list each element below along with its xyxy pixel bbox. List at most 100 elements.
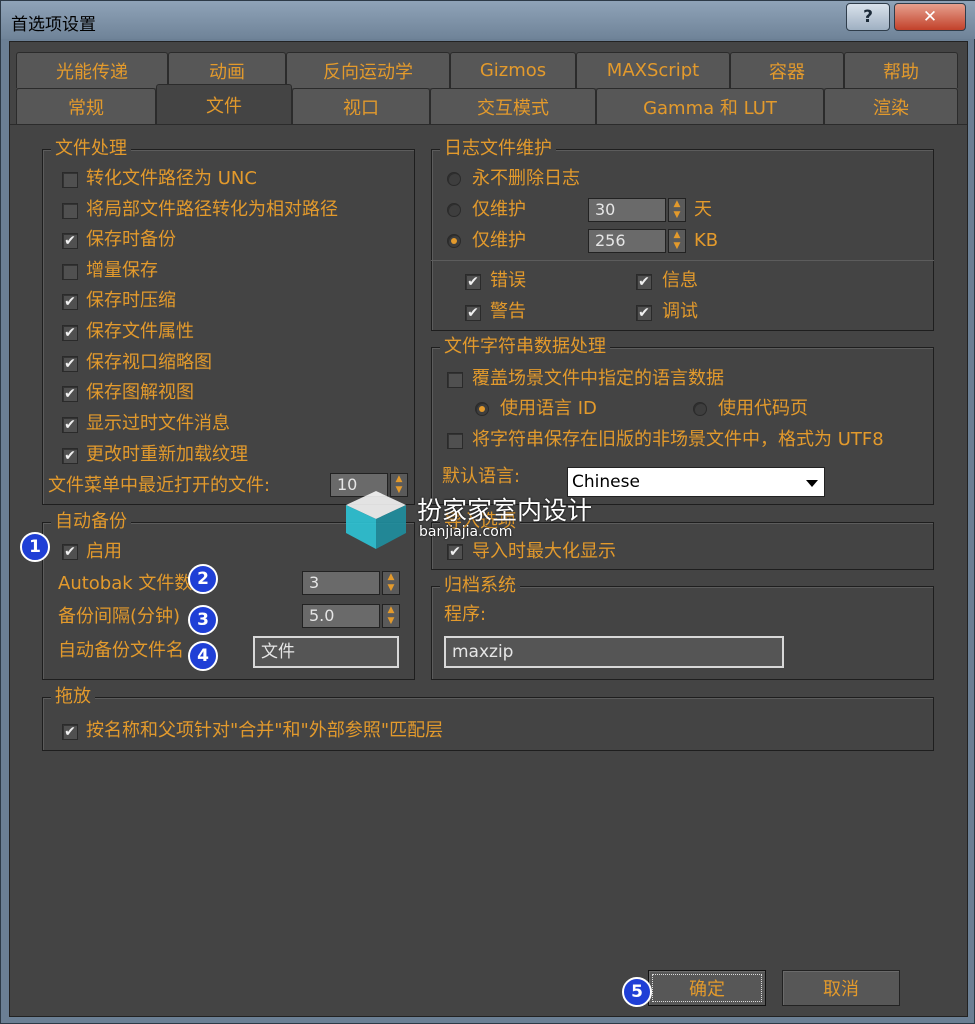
keep-kb-spinner[interactable]: ▲ ▼	[668, 229, 686, 253]
label-save-file-properties: 保存文件属性	[86, 321, 194, 342]
label-kb-unit: KB	[694, 230, 719, 251]
watermark-logo-icon	[346, 491, 406, 549]
tab-containers[interactable]: 容器	[730, 52, 844, 88]
tab-animation[interactable]: 动画	[168, 52, 286, 88]
label-log-warning: 警告	[490, 301, 526, 322]
label-default-language: 默认语言:	[442, 466, 521, 487]
label-use-language-id: 使用语言 ID	[500, 398, 597, 419]
ok-button[interactable]: 确定	[648, 970, 766, 1006]
label-recent-files: 文件菜单中最近打开的文件:	[48, 475, 271, 496]
checkbox-backup-on-save[interactable]: ✔	[62, 233, 78, 249]
chevron-down-icon	[806, 480, 818, 487]
tab-general[interactable]: 常规	[16, 88, 156, 124]
keep-days-spinner[interactable]: ▲ ▼	[668, 198, 686, 222]
label-keep-kb: 仅维护	[472, 230, 526, 251]
label-maximize-on-import: 导入时最大化显示	[472, 541, 616, 562]
label-save-schematic-view: 保存图解视图	[86, 382, 194, 403]
checkbox-log-warning[interactable]: ✔	[465, 305, 481, 321]
group-title: 文件字符串数据处理	[440, 336, 610, 358]
label-save-viewport-thumbnail: 保存视口缩略图	[86, 352, 212, 373]
checkbox-save-file-properties[interactable]: ✔	[62, 325, 78, 341]
label-autobak-count: Autobak 文件数	[58, 573, 193, 594]
tab-inverse-kinematics[interactable]: 反向运动学	[286, 52, 450, 88]
checkbox-increment-on-save[interactable]	[62, 264, 78, 280]
radio-use-code-page[interactable]	[693, 402, 707, 416]
label-backup-filename: 自动备份文件名	[58, 640, 184, 661]
checkbox-save-utf8[interactable]	[447, 433, 463, 449]
label-keep-days: 仅维护	[472, 199, 526, 220]
label-reload-textures: 更改时重新加载纹理	[86, 444, 248, 465]
label-convert-unc: 转化文件路径为 UNC	[86, 168, 257, 189]
watermark-url: banjiajia.com	[419, 524, 513, 540]
annotation-badge: 2	[188, 564, 218, 594]
close-button[interactable]: ✕	[894, 3, 966, 31]
label-backup-on-save: 保存时备份	[86, 229, 176, 250]
autobak-count-spinner[interactable]: ▲ ▼	[382, 571, 400, 595]
checkbox-obsolete-file-message[interactable]: ✔	[62, 417, 78, 433]
tab-radiosity[interactable]: 光能传递	[16, 52, 168, 88]
checkbox-save-viewport-thumbnail[interactable]: ✔	[62, 356, 78, 372]
checkbox-match-layers[interactable]: ✔	[62, 724, 78, 740]
label-archive-program: 程序:	[444, 604, 487, 625]
tab-interaction-mode[interactable]: 交互模式	[430, 88, 596, 124]
label-override-language: 覆盖场景文件中指定的语言数据	[472, 368, 724, 389]
label-log-debug: 调试	[662, 301, 698, 322]
tab-rendering[interactable]: 渲染	[824, 88, 958, 124]
label-never-delete-log: 永不删除日志	[472, 168, 580, 189]
radio-never-delete-log[interactable]	[447, 172, 461, 186]
tab-baseline	[10, 124, 967, 125]
radio-keep-days[interactable]	[447, 203, 461, 217]
help-button[interactable]: ?	[846, 3, 890, 31]
title-bar[interactable]: 首选项设置 ? ✕	[1, 1, 975, 39]
default-language-value: Chinese	[572, 472, 640, 492]
group-title: 自动备份	[51, 511, 131, 533]
checkbox-maximize-on-import[interactable]: ✔	[447, 544, 463, 560]
backup-interval-field[interactable]: 5.0	[302, 604, 380, 628]
radio-keep-kb[interactable]	[447, 234, 461, 248]
label-log-error: 错误	[490, 270, 526, 291]
autobak-count-field[interactable]: 3	[302, 571, 380, 595]
backup-interval-spinner[interactable]: ▲ ▼	[382, 604, 400, 628]
label-increment-on-save: 增量保存	[86, 260, 158, 281]
tab-gamma-lut[interactable]: Gamma 和 LUT	[596, 88, 824, 124]
keep-kb-field[interactable]: 256	[588, 229, 666, 253]
checkbox-convert-unc[interactable]	[62, 172, 78, 188]
watermark-text: 扮家家室内设计	[417, 496, 593, 525]
preferences-window: 首选项设置 ? ✕ 光能传递 动画 反向运动学 Gizmos MAXScript…	[0, 0, 975, 1024]
tab-files[interactable]: 文件	[156, 84, 292, 124]
window-title: 首选项设置	[11, 15, 96, 35]
keep-days-field[interactable]: 30	[588, 198, 666, 222]
label-relative-paths: 将局部文件路径转化为相对路径	[86, 199, 338, 220]
checkbox-relative-paths[interactable]	[62, 203, 78, 219]
archive-program-input[interactable]: maxzip	[444, 636, 784, 668]
label-save-utf8: 将字符串保存在旧版的非场景文件中，格式为 UTF8	[472, 429, 884, 450]
label-match-layers: 按名称和父项针对"合并"和"外部参照"匹配层	[86, 720, 444, 741]
tab-maxscript[interactable]: MAXScript	[576, 52, 730, 88]
group-title: 文件处理	[51, 138, 131, 160]
annotation-badge: 3	[188, 605, 218, 635]
tab-viewports[interactable]: 视口	[292, 88, 430, 124]
checkbox-override-language[interactable]	[447, 372, 463, 388]
checkbox-log-info[interactable]: ✔	[636, 274, 652, 290]
checkbox-log-error[interactable]: ✔	[465, 274, 481, 290]
checkbox-reload-textures[interactable]: ✔	[62, 448, 78, 464]
group-title: 归档系统	[440, 575, 520, 597]
cancel-button[interactable]: 取消	[782, 970, 900, 1006]
label-obsolete-file-message: 显示过时文件消息	[86, 413, 230, 434]
label-days-unit: 天	[694, 199, 712, 220]
annotation-badge: 4	[188, 641, 218, 671]
tab-gizmos[interactable]: Gizmos	[450, 52, 576, 88]
checkbox-compress-on-save[interactable]: ✔	[62, 294, 78, 310]
divider	[431, 260, 934, 261]
backup-filename-input[interactable]: 文件	[253, 636, 399, 668]
annotation-badge: 1	[20, 532, 50, 562]
checkbox-log-debug[interactable]: ✔	[636, 305, 652, 321]
label-log-info: 信息	[662, 270, 698, 291]
default-language-select[interactable]: Chinese	[567, 467, 825, 497]
radio-use-language-id[interactable]	[475, 402, 489, 416]
group-title: 日志文件维护	[440, 138, 556, 160]
checkbox-save-schematic-view[interactable]: ✔	[62, 386, 78, 402]
tab-help[interactable]: 帮助	[844, 52, 958, 88]
label-backup-interval: 备份间隔(分钟)	[58, 606, 181, 627]
checkbox-autobackup-enable[interactable]: ✔	[62, 544, 78, 560]
